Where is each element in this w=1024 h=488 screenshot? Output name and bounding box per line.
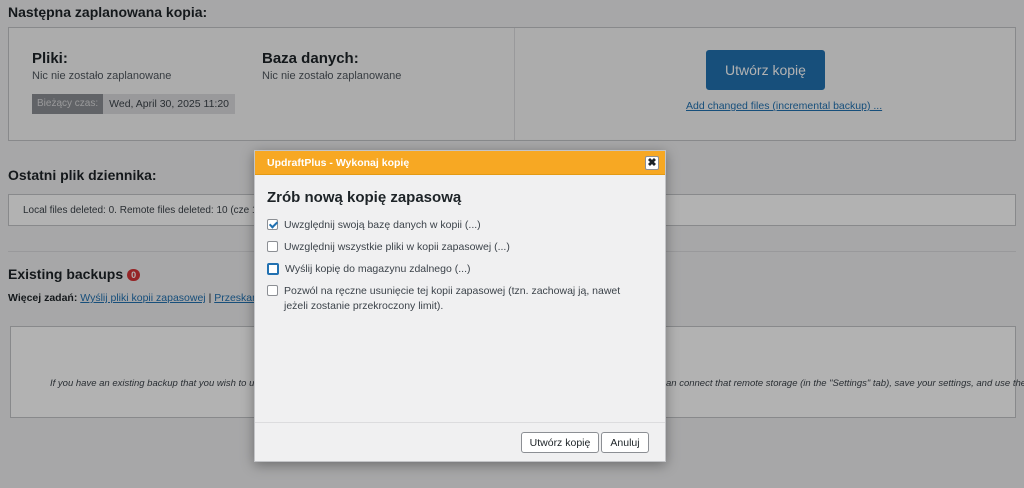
include-files-label: Uwzględnij wszystkie pliki w kopii zapas… <box>284 241 510 253</box>
close-icon[interactable]: ✖ <box>645 156 659 170</box>
include-files-checkbox[interactable] <box>267 241 278 252</box>
allow-manual-delete-checkbox[interactable] <box>267 285 278 296</box>
dialog-footer: Utwórz kopię Anuluj <box>255 422 665 461</box>
include-database-checkbox[interactable] <box>267 219 278 230</box>
include-database-label: Uwzględnij swoją bazę danych w kopii (..… <box>284 219 481 231</box>
allow-manual-delete-label: Pozwól na ręczne usunięcie tej kopii zap… <box>284 285 621 312</box>
dialog-titlebar: UpdraftPlus - Wykonaj kopię ✖ <box>255 151 665 175</box>
send-remote-option[interactable]: Wyślij kopię do magazynu zdalnego (...) <box>267 262 647 277</box>
confirm-backup-button[interactable]: Utwórz kopię <box>521 432 599 453</box>
include-files-option[interactable]: Uwzględnij wszystkie pliki w kopii zapas… <box>267 240 647 255</box>
send-remote-label: Wyślij kopię do magazynu zdalnego (...) <box>285 263 471 275</box>
send-remote-checkbox[interactable] <box>267 263 279 275</box>
allow-manual-delete-option[interactable]: Pozwól na ręczne usunięcie tej kopii zap… <box>267 284 647 314</box>
dialog-title: UpdraftPlus - Wykonaj kopię <box>267 157 410 169</box>
dialog-heading: Zrób nową kopię zapasową <box>267 189 462 206</box>
cancel-button[interactable]: Anuluj <box>601 432 649 453</box>
backup-now-dialog: UpdraftPlus - Wykonaj kopię ✖ Zrób nową … <box>254 150 666 462</box>
include-database-option[interactable]: Uwzględnij swoją bazę danych w kopii (..… <box>267 218 647 233</box>
